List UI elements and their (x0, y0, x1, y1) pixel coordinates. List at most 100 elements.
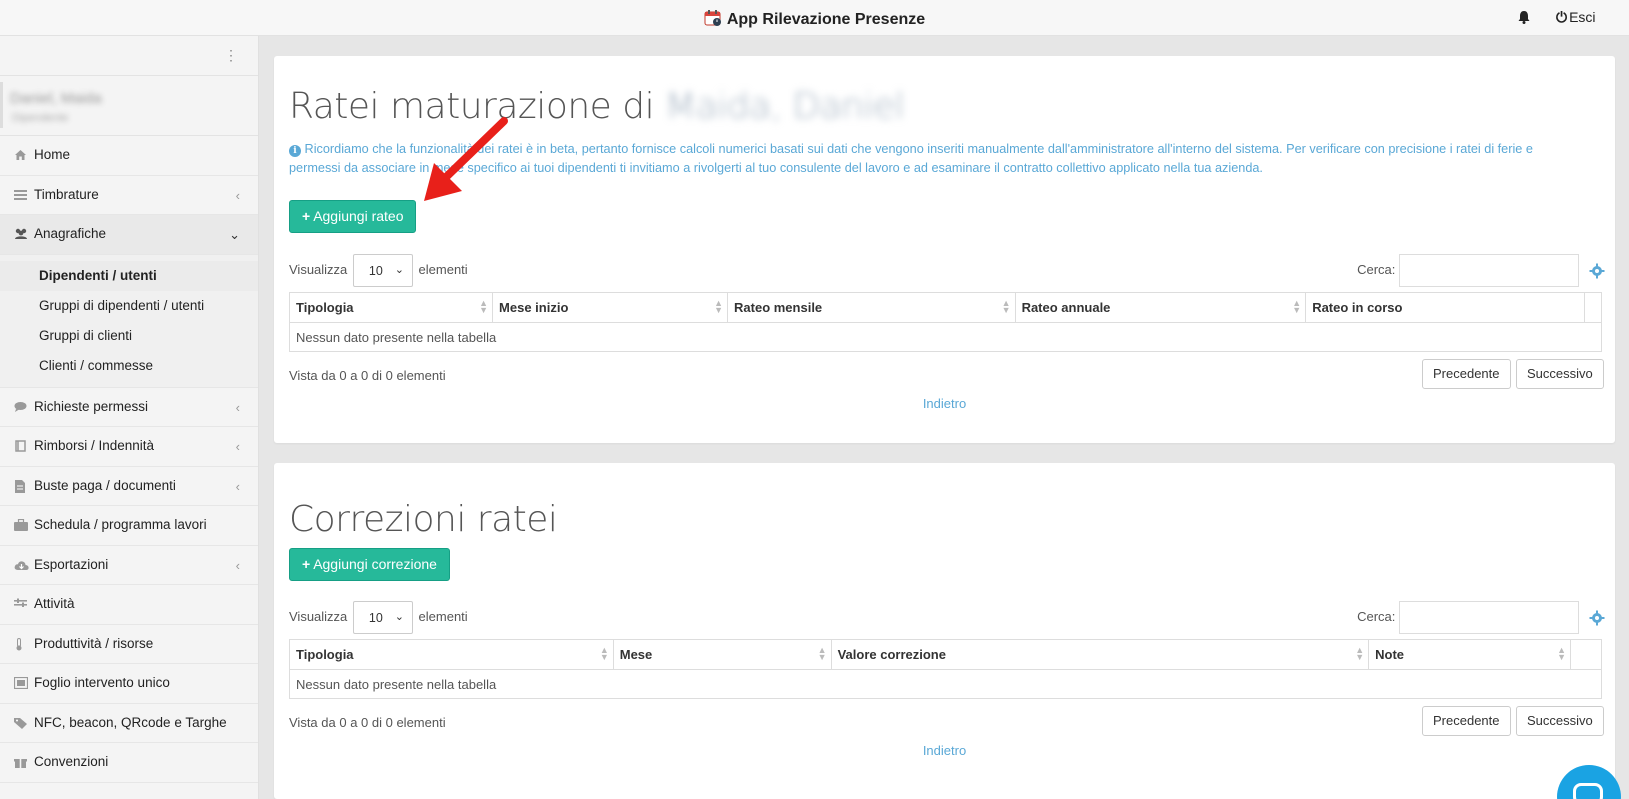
correzioni-table: Tipologia ▲ ▼ Mese ▲ ▼ Valore correzione ▲ ▼ N… (289, 639, 1603, 699)
search-label: Cerca: (1357, 608, 1396, 624)
tasks-icon (14, 598, 28, 611)
ratei-table: Tipologia ▲ ▼ Mese inizio ▲ ▼ Rateo mensile ▲… (288, 292, 1602, 352)
column-header[interactable]: Rateo annuale ▲ ▼ (1014, 292, 1307, 323)
add-correzione-label: Aggiungi correzione (313, 556, 437, 572)
column-header[interactable]: Mese inizio ▲ ▼ (492, 292, 729, 323)
page-length-control: Visualizza 10 ⌄ elementi (289, 254, 468, 287)
sidebar-toggle-row: ⋮ (0, 36, 258, 76)
sidebar-item-schedula[interactable]: Schedula / programma lavori (0, 506, 258, 546)
sort-icon: ▲ ▼ (817, 645, 827, 662)
logout-label: Esci (1569, 9, 1596, 25)
show-label: Visualizza (289, 608, 348, 624)
search-label: Cerca: (1357, 261, 1396, 277)
sidebar-item-timbrature[interactable]: Timbrature ‹ (0, 176, 258, 215)
add-rateo-button[interactable]: + Aggiungi rateo (289, 200, 417, 233)
sidebar-user: Daniel, Maida Dipendente (0, 76, 258, 136)
comment-icon (14, 401, 28, 414)
sidebar-item-label: Attività (34, 596, 75, 611)
column-header-extra (1569, 639, 1603, 670)
sidebar: ⋮ Daniel, Maida Dipendente Home Timbratu… (0, 36, 259, 799)
sidebar-item-convenzioni[interactable]: Convenzioni (0, 743, 258, 783)
list-icon (14, 189, 28, 202)
more-vertical-icon[interactable]: ⋮ (224, 48, 238, 62)
sidebar-item-label: Buste paga / documenti (34, 477, 176, 493)
sort-icon: ▲ ▼ (479, 298, 489, 315)
sort-icon: ▲ ▼ (1292, 298, 1302, 315)
sidebar-item-home[interactable]: Home (0, 136, 258, 176)
users-icon (14, 228, 28, 241)
add-correzione-button[interactable]: + Aggiungi correzione (289, 548, 450, 581)
sidebar-item-attivita[interactable]: Attività (0, 585, 258, 625)
book-icon (14, 440, 28, 453)
sidebar-item-label: Richieste permessi (34, 398, 149, 414)
plus-icon: + (302, 556, 311, 572)
table-header-row: Tipologia ▲ ▼ Mese ▲ ▼ Valore correzione ▲ ▼ N… (289, 639, 1603, 670)
sidebar-item-anagrafiche[interactable]: Anagrafiche ⌄ (0, 215, 258, 255)
gear-icon[interactable] (1589, 610, 1605, 626)
back-link[interactable]: Indietro (274, 743, 1615, 758)
sidebar-item-buste-paga[interactable]: Buste paga / documenti ‹ (0, 467, 258, 506)
column-label: Tipologia (296, 647, 354, 662)
column-label: Rateo mensile (734, 300, 823, 315)
prev-page-button[interactable]: Precedente (1422, 706, 1511, 736)
column-label: Rateo annuale (1021, 300, 1111, 315)
thermometer-icon (14, 637, 28, 651)
power-icon: ⏻ (1556, 9, 1568, 25)
column-header[interactable]: Tipologia ▲ ▼ (288, 292, 494, 323)
elements-label: elementi (418, 608, 468, 624)
logout-button[interactable]: ⏻ Esci (1556, 9, 1596, 26)
top-bar: App Rilevazione Presenze ⏻ Esci (0, 0, 1629, 36)
column-header[interactable]: Mese ▲ ▼ (612, 639, 832, 670)
submenu-item-clienti-commesse[interactable]: Clienti / commesse (0, 351, 258, 381)
sidebar-item-label: Home (34, 147, 71, 162)
empty-table-message: Nessun dato presente nella tabella (289, 322, 1602, 352)
sidebar-item-label: Anagrafiche (34, 226, 107, 241)
page-length-select[interactable]: 10 ⌄ (352, 601, 413, 634)
table-summary: Vista da 0 a 0 di 0 elementi (289, 368, 446, 383)
frame-icon (13, 676, 29, 690)
sidebar-item-esportazioni[interactable]: Esportazioni ‹ (0, 546, 258, 585)
next-page-button[interactable]: Successivo (1516, 706, 1604, 736)
column-label: Rateo in corso (1312, 300, 1403, 315)
sidebar-item-label: Schedula / programma lavori (34, 517, 207, 532)
gear-icon[interactable] (1589, 263, 1605, 279)
search-control: Cerca: (1357, 254, 1579, 287)
submenu-item-dipendenti[interactable]: Dipendenti / utenti (0, 260, 258, 291)
sort-icon: ▲ ▼ (714, 298, 724, 315)
column-header[interactable]: Rateo in corso (1305, 292, 1586, 323)
chevron-left-icon: ‹ (235, 478, 240, 494)
column-label: Mese (619, 647, 653, 662)
chevron-left-icon: ‹ (235, 187, 240, 203)
sidebar-submenu-anagrafiche: Dipendenti / utenti Gruppi di dipendenti… (0, 254, 258, 388)
column-header[interactable]: Note ▲ ▼ (1368, 639, 1571, 670)
search-input[interactable] (1399, 254, 1579, 287)
search-input[interactable] (1399, 601, 1579, 634)
sidebar-item-foglio-intervento[interactable]: Foglio intervento unico (0, 664, 258, 704)
briefcase-icon (14, 518, 28, 532)
sidebar-item-nfc[interactable]: NFC, beacon, QRcode e Targhe (0, 704, 258, 743)
elements-label: elementi (418, 261, 468, 277)
user-accent-bar (0, 82, 3, 128)
annotation-arrow (424, 117, 508, 201)
page-length-value: 10 (368, 611, 383, 625)
sidebar-item-rimborsi[interactable]: Rimborsi / Indennità ‹ (0, 427, 258, 467)
prev-page-button[interactable]: Precedente (1422, 359, 1511, 389)
table-header-row: Tipologia ▲ ▼ Mese inizio ▲ ▼ Rateo mensile ▲… (288, 292, 1602, 323)
column-header[interactable]: Valore correzione ▲ ▼ (830, 639, 1370, 670)
back-link[interactable]: Indietro (274, 396, 1615, 411)
column-header[interactable]: Rateo mensile ▲ ▼ (727, 292, 1016, 323)
page-length-select[interactable]: 10 ⌄ (352, 254, 413, 287)
submenu-item-gruppi-clienti[interactable]: Gruppi di clienti (0, 321, 258, 351)
user-role: Dipendente (12, 112, 69, 124)
next-page-button[interactable]: Successivo (1516, 359, 1604, 389)
column-header[interactable]: Tipologia ▲ ▼ (289, 639, 614, 670)
calendar-icon (704, 9, 722, 27)
sidebar-item-produttivita[interactable]: Produttività / risorse (0, 625, 258, 664)
sidebar-item-label: Esportazioni (34, 556, 109, 572)
sidebar-item-richieste-permessi[interactable]: Richieste permessi ‹ (0, 388, 258, 427)
correzioni-panel: Correzioni ratei + Aggiungi correzione Vi… (274, 463, 1615, 799)
sidebar-item-label: Convenzioni (34, 754, 109, 769)
bell-icon[interactable] (1517, 10, 1531, 24)
sidebar-item-label: Foglio intervento unico (34, 675, 170, 690)
submenu-item-gruppi-dipendenti[interactable]: Gruppi di dipendenti / utenti (0, 291, 258, 321)
